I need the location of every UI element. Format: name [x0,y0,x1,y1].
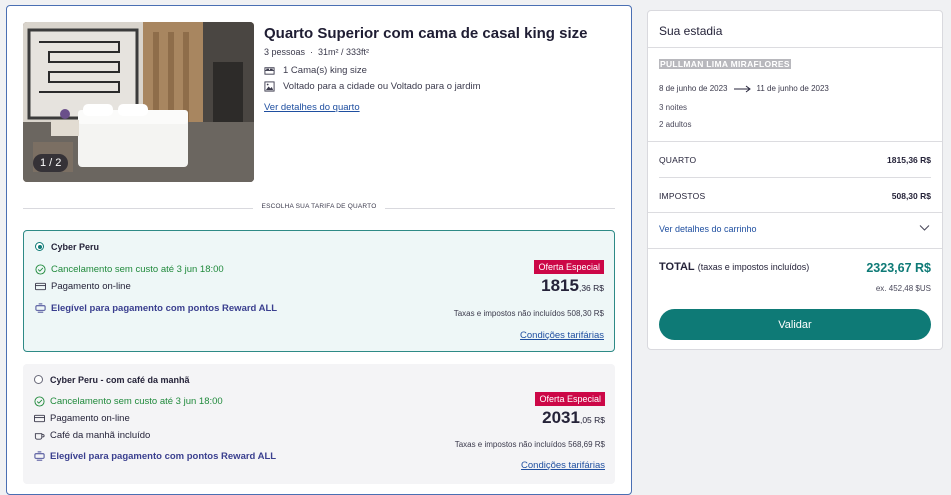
room-title: Quarto Superior com cama de casal king s… [264,25,588,42]
rate-name: Cyber Peru [51,242,100,252]
rate-conditions-link[interactable]: Condições tarifárias [521,460,605,471]
checkout-date: 11 de junho de 2023 [756,84,829,93]
checkin-date: 8 de junho de 2023 [659,84,728,93]
room-details-link[interactable]: Ver detalhes do quarto [264,102,360,113]
room-feature-bed: 1 Cama(s) king size [264,65,367,76]
cart-details-link[interactable]: Ver detalhes do carrinho [659,224,757,234]
room-photo[interactable]: 1 / 2 [23,22,254,182]
rate-breakfast: Café da manhã incluído [34,430,150,441]
room-line: QUARTO 1815,36 R$ [659,155,931,165]
arrow-right-icon [733,85,751,92]
rate-radio[interactable] [34,375,43,384]
rate-breakfast-label: Café da manhã incluído [50,430,151,441]
stay-summary: Sua estadia PULLMAN LIMA MIRAFLORES 8 de… [647,10,943,350]
stay-title: Sua estadia [659,24,723,38]
total-value: 2323,67 R$ [866,261,931,275]
rate-reward-label: Elegível para pagamento com pontos Rewar… [50,451,277,462]
rate-radio[interactable] [35,242,44,251]
room-meta-separator: · [310,47,314,57]
room-feature-label: 1 Cama(s) king size [283,65,367,76]
total-label: TOTAL (taxas e impostos incluídos) [659,261,809,273]
validate-button[interactable]: Validar [659,309,931,340]
check-circle-icon [34,396,45,407]
divider [648,212,942,213]
divider [659,177,931,178]
rate-reward: Elegível para pagamento com pontos Rewar… [35,303,277,314]
room-feature-label: Voltado para a cidade ou Voltado para o … [283,81,481,92]
rate-conditions-link[interactable]: Condições tarifárias [520,330,604,341]
stay-dates: 8 de junho de 2023 11 de junho de 2023 [659,84,829,93]
credit-card-icon [35,282,46,291]
rate-option-cyber-peru[interactable]: Cyber Peru Cancelamento sem custo até 3 … [23,230,615,352]
divider [648,248,942,249]
room-meta: 3 pessoas · 31m² / 333ft² [264,47,369,57]
room-size: 31m² / 333ft² [318,47,370,57]
rates-divider: ESCOLHA SUA TARIFA DE QUARTO [23,202,615,214]
rate-price-cents: ,05 R$ [579,415,605,425]
rate-cancellation: Cancelamento sem custo até 3 jun 18:00 [35,264,224,275]
rate-reward-label: Elegível para pagamento com pontos Rewar… [51,303,278,314]
room-card: 1 / 2 Quarto Superior com cama de casal … [6,5,632,495]
rate-taxes: Taxas e impostos não incluídos 568,69 R$ [454,440,605,449]
rate-cancellation: Cancelamento sem custo até 3 jun 18:00 [34,396,223,407]
rate-price: 1815,36 R$ [541,276,604,296]
divider [648,141,942,142]
rate-payment: Pagamento on-line [35,281,131,292]
taxes-line-label: IMPOSTOS [659,191,706,201]
stay-adults: 2 adultos [659,120,692,129]
total-note: (taxas e impostos incluídos) [697,262,810,272]
hotel-name: PULLMAN LIMA MIRAFLORES [659,59,791,69]
stay-nights: 3 noites [659,103,688,112]
rate-cancellation-label: Cancelamento sem custo até 3 jun 18:00 [50,396,223,407]
rate-price-cents: ,36 R$ [578,283,604,293]
taxes-line-price: 508,30 R$ [891,191,931,201]
rate-reward: Elegível para pagamento com pontos Rewar… [34,451,276,462]
rate-payment-label: Pagamento on-line [50,413,130,424]
rate-cancellation-label: Cancelamento sem custo até 3 jun 18:00 [51,264,224,275]
rate-option-cyber-peru-breakfast[interactable]: Cyber Peru - com café da manhã Cancelame… [23,364,615,484]
room-line-label: QUARTO [659,155,697,165]
special-offer-badge: Oferta Especial [535,392,605,406]
rate-payment-label: Pagamento on-line [51,281,131,292]
rate-price-main: 1815 [541,276,579,295]
total-label-text: TOTAL [659,261,695,273]
rate-name: Cyber Peru - com café da manhã [50,375,190,385]
room-guests: 3 pessoas [264,47,306,57]
check-circle-icon [35,264,46,275]
divider-line [385,208,615,209]
room-line-price: 1815,36 R$ [887,155,931,165]
divider [648,47,942,48]
chevron-down-icon[interactable] [919,222,930,233]
rate-payment: Pagamento on-line [34,413,130,424]
special-offer-badge: Oferta Especial [534,260,604,274]
rate-price-main: 2031 [542,408,580,427]
window-view-icon [264,81,275,92]
reward-points-icon [34,451,45,461]
room-feature-view: Voltado para a cidade ou Voltado para o … [264,81,481,92]
photo-counter: 1 / 2 [33,154,69,172]
rate-price: 2031,05 R$ [542,408,605,428]
coffee-cup-icon [34,433,45,440]
rate-taxes: Taxas e impostos não incluídos 508,30 R$ [453,309,604,318]
taxes-line: IMPOSTOS 508,30 R$ [659,191,931,201]
total-usd: ex. 452,48 $US [875,284,931,293]
credit-card-icon [34,414,45,423]
bed-icon [264,67,275,75]
reward-points-icon [35,303,46,313]
